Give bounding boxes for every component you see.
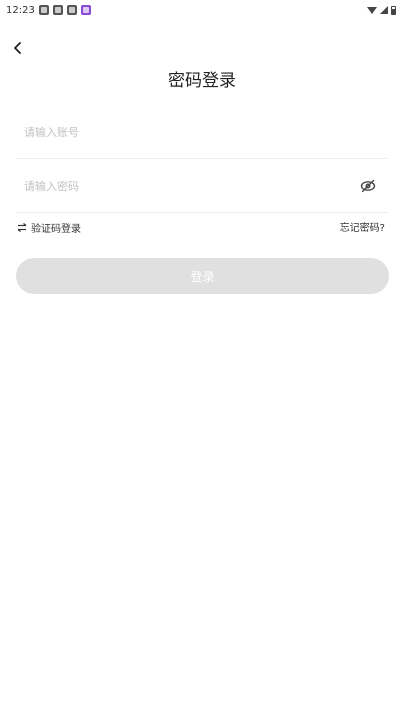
wifi-icon: [367, 6, 377, 14]
back-button[interactable]: [8, 38, 28, 58]
notification-app-icon: [38, 5, 49, 15]
status-bar: 12:23: [0, 0, 404, 20]
password-input[interactable]: [16, 160, 358, 212]
account-input[interactable]: [16, 106, 388, 158]
notification-gallery-icon: [80, 5, 91, 15]
status-time: 12:23: [6, 4, 35, 16]
eye-off-icon: [360, 179, 376, 193]
battery-icon: [391, 5, 396, 15]
switch-login-label: 验证码登录: [31, 224, 81, 235]
status-bar-right: [367, 5, 396, 15]
notification-app-icon: [52, 5, 63, 15]
chevron-left-icon: [14, 42, 21, 54]
login-button[interactable]: 登录: [16, 258, 389, 294]
account-field-row: [16, 106, 388, 159]
switch-to-code-login[interactable]: 验证码登录: [17, 220, 81, 235]
password-visibility-toggle[interactable]: [358, 176, 378, 196]
password-field-row: [16, 160, 388, 213]
forgot-password-link[interactable]: 忘记密码?: [340, 219, 385, 234]
page-title: 密码登录: [168, 71, 236, 91]
status-bar-left: 12:23: [6, 5, 91, 16]
swap-icon: [17, 223, 27, 232]
notification-app-icon: [66, 5, 77, 15]
signal-icon: [380, 6, 388, 14]
